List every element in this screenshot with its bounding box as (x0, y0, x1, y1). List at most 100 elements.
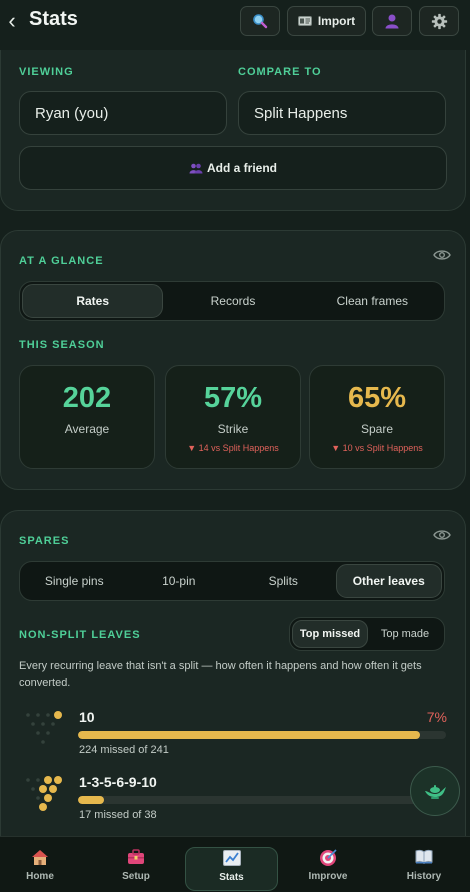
list-item[interactable]: 1-3-5-6-9-10 17 missed of 38 (19, 774, 449, 824)
tab-records[interactable]: Records (163, 284, 302, 318)
spares-card: SPARES Single pins 10-pin Splits Other l… (0, 510, 466, 850)
viewing-select[interactable]: Ryan (you) (19, 91, 227, 135)
nav-improve[interactable]: Improve (288, 849, 368, 887)
strike-value: 57% (203, 382, 263, 414)
nav-setup-label: Setup (122, 871, 150, 882)
average-stat: 202 Average (19, 365, 155, 469)
leave-bar-fill (78, 731, 421, 739)
knocked-pin (36, 778, 40, 782)
house-icon (32, 850, 48, 865)
people-icon (189, 163, 203, 173)
target-icon (320, 849, 337, 866)
knocked-pin (26, 713, 30, 717)
at-a-glance-title: AT A GLANCE (19, 255, 104, 267)
pin-diagram (26, 711, 62, 744)
leave-bar (78, 796, 446, 804)
page-title: Stats (29, 8, 78, 30)
standing-pin (54, 776, 62, 784)
nav-home[interactable]: Home (0, 849, 80, 887)
spares-title: SPARES (19, 535, 70, 547)
this-season-label: THIS SEASON (19, 339, 105, 351)
search-icon (253, 14, 268, 29)
add-friend-button[interactable]: Add a friend (19, 146, 447, 190)
compare-to-select[interactable]: Split Happens (238, 91, 446, 135)
chart-icon (222, 850, 241, 866)
standing-pin (49, 785, 57, 793)
leave-bar-fill (78, 796, 104, 804)
eye-icon[interactable] (433, 249, 451, 261)
average-label: Average (64, 422, 110, 436)
leave-detail: 17 missed of 38 (79, 809, 157, 821)
strike-comparison: ▼ 14 vs Split Happens (187, 443, 279, 453)
standing-pin (39, 785, 47, 793)
strike-label: Strike (217, 422, 249, 436)
knocked-pin (46, 731, 50, 735)
nav-history[interactable]: History (384, 849, 464, 887)
import-label: Import (317, 14, 356, 28)
leave-bar (78, 731, 446, 739)
strike-stat: 57% Strike ▼ 14 vs Split Happens (165, 365, 301, 469)
standing-pin (44, 776, 52, 784)
add-friend-label: Add a friend (206, 161, 277, 175)
leaves-sort-toggle: Top missed Top made (289, 617, 445, 651)
nav-stats-label: Stats (219, 872, 244, 883)
toolbox-icon (128, 849, 144, 864)
leave-detail: 224 missed of 241 (79, 744, 169, 756)
import-icon (297, 16, 312, 26)
settings-button[interactable] (419, 6, 459, 36)
tab-splits[interactable]: Splits (231, 564, 336, 598)
spare-value: 65% (347, 382, 407, 414)
search-button[interactable] (240, 6, 280, 36)
compare-card: VIEWING COMPARE TO Ryan (you) Split Happ… (0, 50, 466, 211)
list-item[interactable]: 10 7% 224 missed of 241 (19, 709, 449, 759)
book-icon (415, 849, 433, 864)
nav-improve-label: Improve (308, 871, 348, 882)
knocked-pin (51, 722, 55, 726)
tab-single-pins[interactable]: Single pins (22, 564, 127, 598)
knocked-pin (36, 713, 40, 717)
spares-tabs: Single pins 10-pin Splits Other leaves (19, 561, 445, 601)
non-split-leaves-title: NON-SPLIT LEAVES (19, 629, 141, 641)
assistant-button[interactable] (410, 766, 460, 816)
back-button[interactable]: ‹ (4, 8, 20, 34)
at-a-glance-card: AT A GLANCE Rates Records Clean frames T… (0, 230, 466, 490)
tab-rates[interactable]: Rates (22, 284, 164, 318)
spare-label: Spare (360, 422, 394, 436)
knocked-pin (41, 722, 45, 726)
standing-pin (39, 803, 47, 811)
average-value: 202 (62, 382, 112, 414)
gear-icon (431, 13, 447, 29)
knocked-pin (31, 787, 35, 791)
pin-diagram (26, 776, 62, 811)
tab-10-pin[interactable]: 10-pin (127, 564, 232, 598)
eye-icon[interactable] (433, 529, 451, 541)
chevron-left-icon: ‹ (8, 8, 16, 33)
nav-setup[interactable]: Setup (96, 849, 176, 887)
standing-pin (44, 794, 52, 802)
knocked-pin (41, 740, 45, 744)
tab-clean-frames[interactable]: Clean frames (303, 284, 442, 318)
genie-lamp-icon (425, 785, 446, 799)
knocked-pin (36, 731, 40, 735)
tab-other-leaves[interactable]: Other leaves (335, 564, 442, 598)
toggle-top-made[interactable]: Top made (368, 620, 442, 648)
bottom-nav: Home Setup Stats Improve History (0, 836, 470, 892)
knocked-pin (46, 713, 50, 717)
user-icon (385, 14, 399, 29)
glance-tabs: Rates Records Clean frames (19, 281, 445, 321)
knocked-pin (36, 796, 40, 800)
leaves-description: Every recurring leave that isn't a split… (19, 660, 422, 689)
import-button[interactable]: Import (287, 6, 366, 36)
top-bar: ‹ Stats Import (0, 0, 470, 44)
knocked-pin (31, 722, 35, 726)
standing-pin (54, 711, 62, 719)
spare-comparison: ▼ 10 vs Split Happens (331, 443, 423, 453)
leave-name: 10 (79, 709, 95, 725)
viewing-label: VIEWING (19, 66, 74, 78)
toggle-top-missed[interactable]: Top missed (292, 620, 368, 648)
profile-button[interactable] (372, 6, 412, 36)
nav-stats[interactable]: Stats (185, 847, 278, 891)
nav-history-label: History (406, 871, 442, 882)
leave-conversion: 7% (426, 709, 447, 725)
spare-stat: 65% Spare ▼ 10 vs Split Happens (309, 365, 445, 469)
